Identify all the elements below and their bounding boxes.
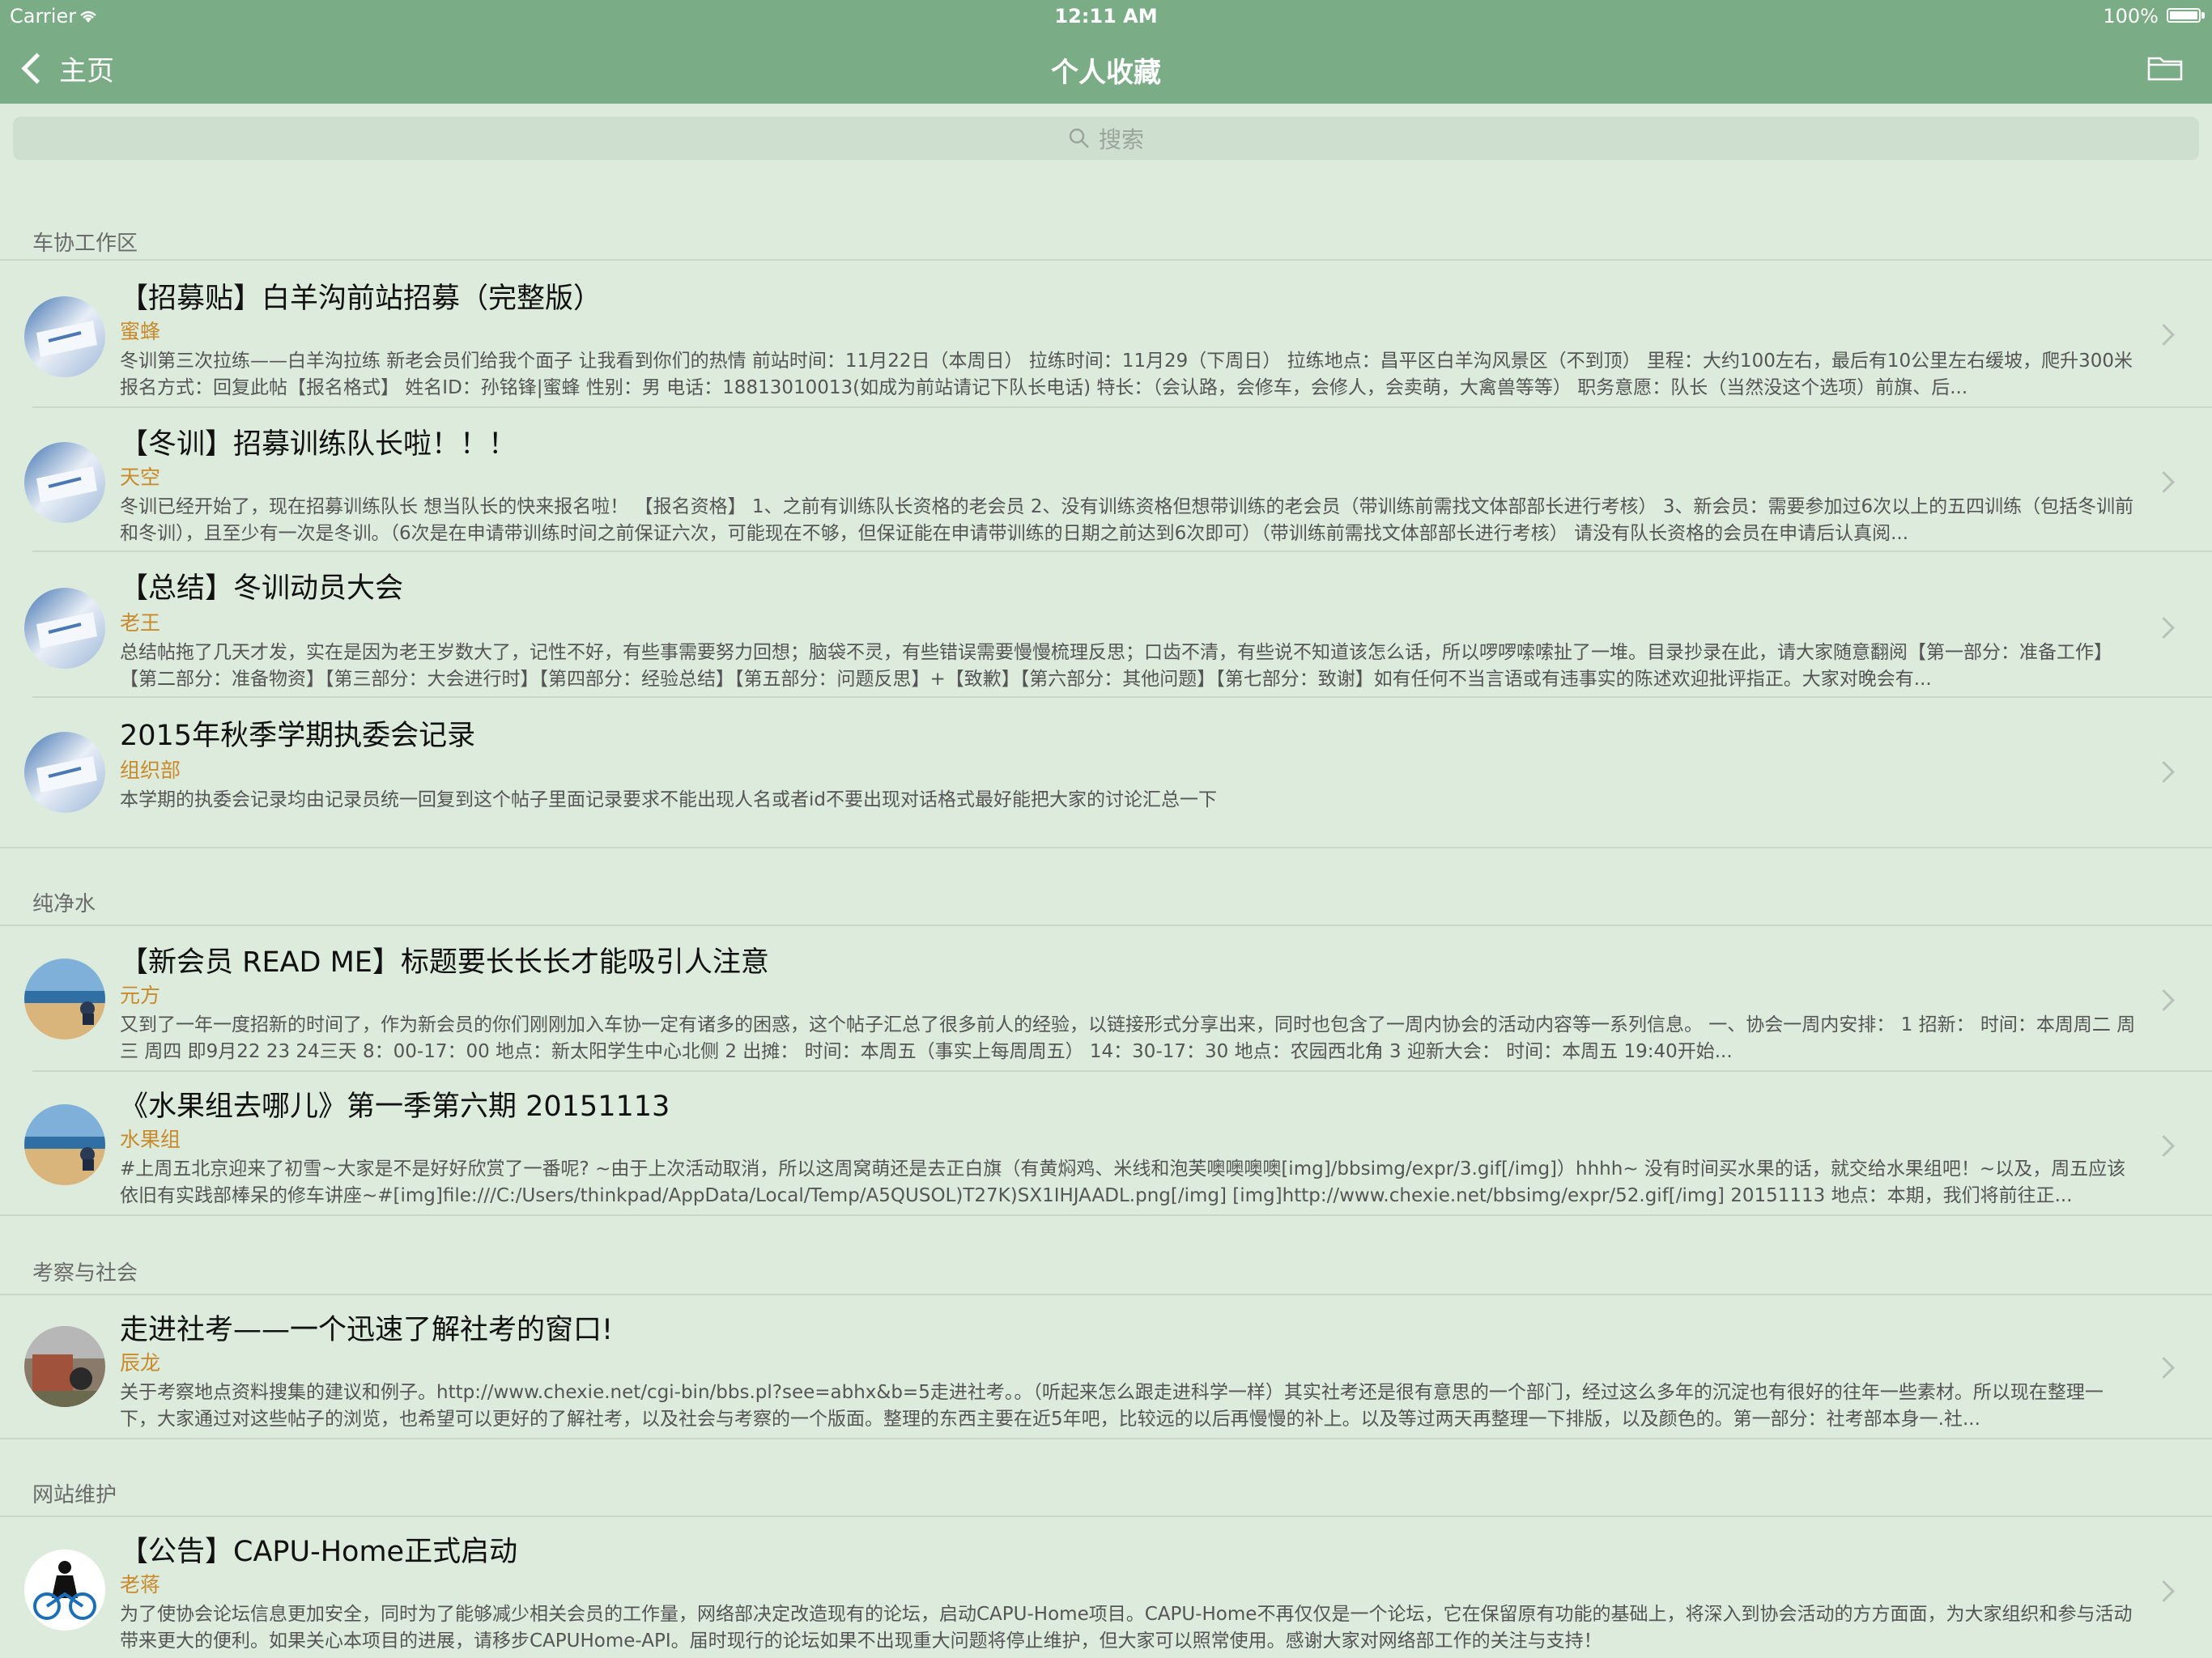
folder-button[interactable] bbox=[2147, 55, 2183, 81]
avatar bbox=[24, 442, 105, 523]
section-header: 车协工作区 bbox=[32, 232, 138, 256]
list-item[interactable]: 2015年秋季学期执委会记录 组织部 本学期的执委会记录均由记录员统一回复到这个… bbox=[0, 698, 2212, 847]
chevron-right-icon bbox=[2153, 761, 2175, 783]
list-item[interactable]: 《水果组去哪儿》第一季第六期 20151113 水果组 #上周五北京迎来了初雪~… bbox=[0, 1072, 2212, 1214]
row-author: 组织部 bbox=[120, 759, 181, 782]
avatar bbox=[24, 732, 105, 813]
section-header: 网站维护 bbox=[32, 1483, 117, 1507]
clock: 12:11 AM bbox=[1054, 5, 1158, 28]
chevron-right-icon bbox=[2153, 1135, 2175, 1157]
row-title: 【总结】冬训动员大会 bbox=[120, 572, 404, 605]
search-input[interactable]: 搜索 bbox=[13, 117, 2199, 160]
row-summary: 本学期的执委会记录均由记录员统一回复到这个帖子里面记录要求不能出现人名或者id不… bbox=[120, 789, 1217, 810]
search-placeholder: 搜索 bbox=[1098, 126, 1144, 153]
folder-icon bbox=[2147, 57, 2183, 81]
avatar bbox=[24, 1550, 105, 1630]
battery-percent: 100% bbox=[2103, 5, 2159, 28]
chevron-right-icon bbox=[2153, 1357, 2175, 1379]
row-title: 2015年秋季学期执委会记录 bbox=[120, 720, 476, 752]
row-title: 【新会员 READ ME】标题要长长长才能吸引人注意 bbox=[120, 946, 769, 979]
row-author: 天空 bbox=[120, 466, 161, 489]
status-bar: Carrier 12:11 AM 100% bbox=[0, 0, 2212, 32]
row-author: 辰龙 bbox=[120, 1351, 161, 1375]
row-title: 【冬训】招募训练队长啦！！！ bbox=[120, 428, 517, 461]
chevron-right-icon bbox=[2153, 617, 2175, 639]
chevron-right-icon bbox=[2153, 1580, 2175, 1602]
row-summary: #上周五北京迎来了初雪~大家是不是好好欣赏了一番呢? ~由于上次活动取消，所以这… bbox=[120, 1158, 2126, 1206]
battery-tip bbox=[2201, 12, 2205, 19]
chevron-right-icon bbox=[2153, 989, 2175, 1011]
page-title: 个人收藏 bbox=[1051, 57, 1161, 89]
section-header: 纯净水 bbox=[32, 892, 96, 916]
row-author: 老蒋 bbox=[120, 1573, 161, 1596]
row-summary: 关于考察地点资料搜集的建议和例子。http://www.chexie.net/c… bbox=[120, 1382, 2104, 1430]
chevron-right-icon bbox=[2153, 471, 2175, 493]
list-item[interactable]: 【总结】冬训动员大会 老王 总结帖拖了几天才发，实在是因为老王岁数大了，记性不好… bbox=[0, 552, 2212, 696]
battery-icon bbox=[2167, 8, 2201, 23]
search-icon bbox=[1069, 128, 1089, 148]
avatar bbox=[24, 959, 105, 1039]
row-summary: 为了使协会论坛信息更加安全，同时为了能够减少相关会员的工作量，网络部决定改造现有… bbox=[120, 1604, 2133, 1652]
row-title: 【招募贴】白羊沟前站招募（完整版） bbox=[120, 283, 602, 315]
row-author: 老王 bbox=[120, 611, 161, 635]
row-title: 【公告】CAPU-Home正式启动 bbox=[120, 1536, 518, 1568]
row-summary: 冬训已经开始了，现在招募训练队长 想当队长的快来报名啦！ 【报名资格】 1、之前… bbox=[120, 496, 2134, 544]
row-title: 走进社考——一个迅速了解社考的窗口! bbox=[120, 1314, 614, 1346]
section-header: 考察与社会 bbox=[32, 1261, 138, 1286]
divider bbox=[0, 1438, 2212, 1439]
row-summary: 总结帖拖了几天才发，实在是因为老王岁数大了，记性不好，有些事需要努力回想；脑袋不… bbox=[120, 642, 2112, 690]
avatar bbox=[24, 588, 105, 669]
avatar bbox=[24, 1326, 105, 1407]
row-author: 蜜蜂 bbox=[120, 320, 161, 343]
list-item[interactable]: 走进社考——一个迅速了解社考的窗口! 辰龙 关于考察地点资料搜集的建议和例子。h… bbox=[0, 1295, 2212, 1438]
chevron-right-icon bbox=[2153, 324, 2175, 346]
search-bar: 搜索 bbox=[0, 104, 2212, 165]
list-item[interactable]: 【招募贴】白羊沟前站招募（完整版） 蜜蜂 冬训第三次拉练——白羊沟拉练 新老会员… bbox=[0, 261, 2212, 406]
list-item[interactable]: 【新会员 READ ME】标题要长长长才能吸引人注意 元方 又到了一年一度招新的… bbox=[0, 926, 2212, 1070]
divider bbox=[0, 1214, 2212, 1216]
divider bbox=[0, 847, 2212, 848]
row-title: 《水果组去哪儿》第一季第六期 20151113 bbox=[120, 1090, 670, 1123]
nav-bar: 主页 个人收藏 bbox=[0, 32, 2212, 104]
avatar bbox=[24, 296, 105, 377]
row-summary: 冬训第三次拉练——白羊沟拉练 新老会员们给我个面子 让我看到你们的热情 前站时间… bbox=[120, 351, 2133, 398]
list-item[interactable]: 【冬训】招募训练队长啦！！！ 天空 冬训已经开始了，现在招募训练队长 想当队长的… bbox=[0, 408, 2212, 551]
avatar bbox=[24, 1104, 105, 1185]
row-summary: 又到了一年一度招新的时间了，作为新会员的你们刚刚加入车协一定有诸多的困惑，这个帖… bbox=[120, 1014, 2136, 1062]
list-item[interactable]: 【公告】CAPU-Home正式启动 老蒋 为了使协会论坛信息更加安全，同时为了能… bbox=[0, 1517, 2212, 1658]
row-author: 水果组 bbox=[120, 1128, 181, 1151]
row-author: 元方 bbox=[120, 984, 161, 1007]
